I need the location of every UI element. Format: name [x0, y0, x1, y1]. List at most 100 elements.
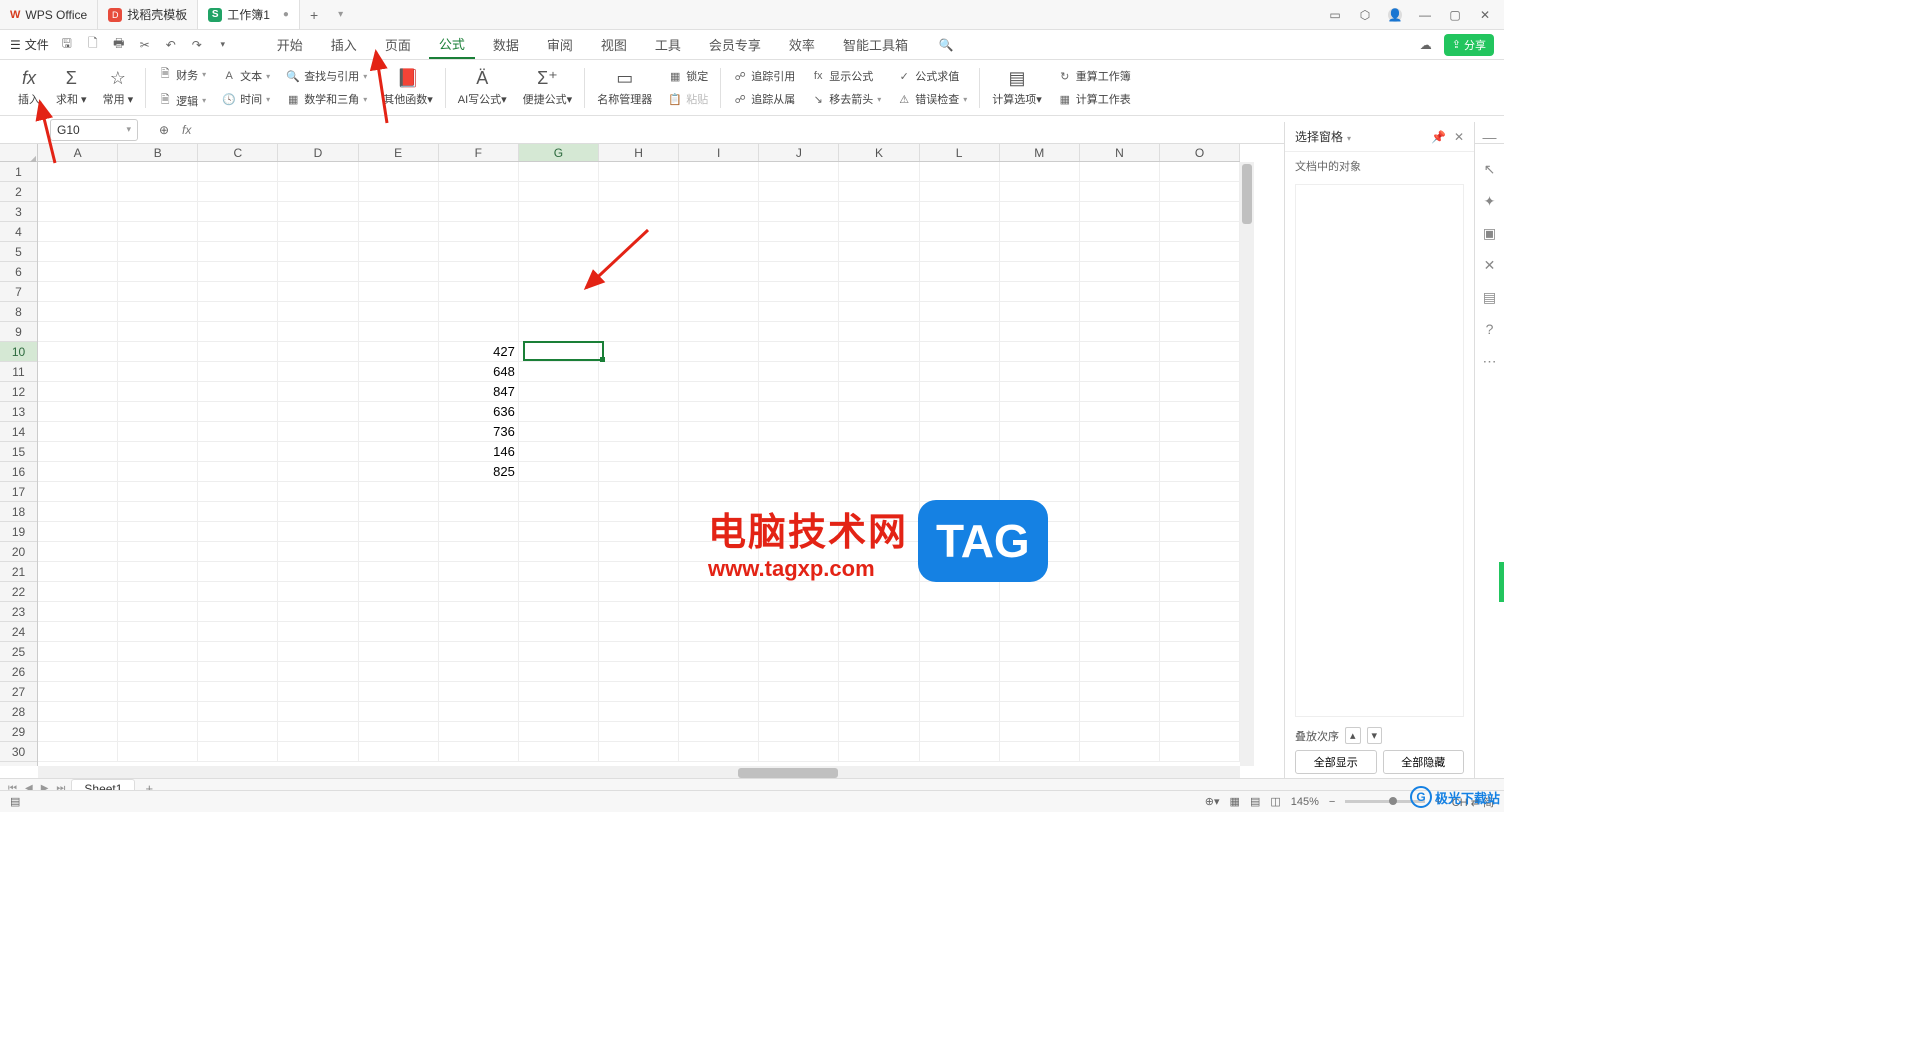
cell[interactable] [198, 542, 278, 562]
cell[interactable] [359, 602, 439, 622]
cell[interactable] [198, 222, 278, 242]
cell[interactable] [920, 482, 1000, 502]
cell[interactable] [278, 262, 358, 282]
cell[interactable] [759, 342, 839, 362]
cell[interactable] [278, 362, 358, 382]
cell[interactable] [599, 262, 679, 282]
cell[interactable] [439, 302, 519, 322]
cell[interactable] [439, 742, 519, 762]
cell[interactable] [599, 222, 679, 242]
col-header[interactable]: K [839, 144, 919, 161]
cell[interactable] [599, 282, 679, 302]
cell[interactable] [679, 382, 759, 402]
scroll-thumb[interactable] [1242, 164, 1252, 224]
cell[interactable] [359, 582, 439, 602]
cell[interactable] [278, 662, 358, 682]
cell[interactable] [38, 242, 118, 262]
cell[interactable] [439, 182, 519, 202]
cell[interactable] [1000, 622, 1080, 642]
cell[interactable]: 427 [439, 342, 519, 362]
cell[interactable] [1000, 642, 1080, 662]
cell[interactable] [1000, 202, 1080, 222]
cell[interactable] [198, 362, 278, 382]
row-header[interactable]: 8 [0, 302, 37, 322]
col-header[interactable]: B [118, 144, 198, 161]
cell[interactable] [679, 722, 759, 742]
cell[interactable] [118, 562, 198, 582]
cell[interactable] [118, 202, 198, 222]
cell[interactable] [599, 562, 679, 582]
view-mode-icon[interactable]: ⊕▾ [1205, 795, 1220, 808]
cell[interactable] [599, 542, 679, 562]
cloud-icon[interactable]: ☁ [1418, 38, 1434, 52]
cell[interactable] [839, 502, 919, 522]
cell[interactable] [359, 202, 439, 222]
cell[interactable] [759, 262, 839, 282]
chevron-down-icon[interactable]: ▾ [1347, 134, 1351, 143]
link-icon[interactable]: ✕ [1481, 256, 1499, 274]
cell[interactable] [278, 182, 358, 202]
cell[interactable] [278, 522, 358, 542]
cell[interactable] [278, 242, 358, 262]
cell[interactable] [1000, 322, 1080, 342]
cell[interactable] [38, 182, 118, 202]
cell[interactable] [759, 482, 839, 502]
cell[interactable] [920, 202, 1000, 222]
cell[interactable] [679, 282, 759, 302]
cell[interactable] [679, 582, 759, 602]
cell[interactable] [839, 522, 919, 542]
menu-efficiency[interactable]: 效率 [779, 31, 825, 58]
cell[interactable] [1160, 322, 1240, 342]
cell[interactable] [1080, 542, 1160, 562]
cell[interactable] [38, 742, 118, 762]
cell[interactable] [519, 382, 599, 402]
cell[interactable] [679, 702, 759, 722]
cell[interactable] [1160, 642, 1240, 662]
cell[interactable] [1000, 522, 1080, 542]
status-icon[interactable]: ▤ [10, 795, 20, 808]
tab-wps-home[interactable]: W WPS Office [0, 0, 98, 29]
cell[interactable] [1000, 302, 1080, 322]
cell[interactable] [38, 462, 118, 482]
cell[interactable] [1160, 362, 1240, 382]
ribbon-date[interactable]: 🕓时间▾ [218, 89, 274, 109]
ribbon-lookup[interactable]: 🔍查找与引用▾ [282, 66, 371, 86]
cell[interactable] [439, 582, 519, 602]
cell[interactable] [679, 302, 759, 322]
cell[interactable] [599, 242, 679, 262]
cell[interactable] [278, 162, 358, 182]
file-menu[interactable]: ☰ 文件 [10, 36, 49, 53]
ribbon-calc-sheet[interactable]: ▦计算工作表 [1054, 89, 1135, 109]
cell[interactable] [839, 642, 919, 662]
cell[interactable] [118, 382, 198, 402]
cell[interactable] [359, 162, 439, 182]
cell[interactable] [118, 642, 198, 662]
cell[interactable] [439, 642, 519, 662]
menu-tools[interactable]: 工具 [645, 31, 691, 58]
cell[interactable] [1160, 162, 1240, 182]
cell[interactable] [599, 582, 679, 602]
cell[interactable] [198, 562, 278, 582]
chart-icon[interactable]: ▤ [1481, 288, 1499, 306]
cell[interactable] [920, 442, 1000, 462]
close-icon[interactable]: ✕ [1454, 130, 1464, 144]
cell[interactable] [1160, 242, 1240, 262]
cell[interactable] [679, 362, 759, 382]
cell[interactable] [759, 462, 839, 482]
cell[interactable] [679, 342, 759, 362]
cell[interactable] [599, 162, 679, 182]
cell[interactable] [1080, 702, 1160, 722]
ribbon-logic[interactable]: 🗎逻辑▾ [154, 89, 210, 112]
cell[interactable] [118, 302, 198, 322]
select-all-corner[interactable] [0, 144, 38, 162]
cell[interactable] [839, 482, 919, 502]
cell[interactable] [38, 322, 118, 342]
cell[interactable] [198, 402, 278, 422]
cell[interactable] [278, 642, 358, 662]
cell[interactable] [439, 202, 519, 222]
cell[interactable] [118, 462, 198, 482]
cell[interactable] [679, 242, 759, 262]
cell[interactable] [519, 242, 599, 262]
help-icon[interactable]: ? [1481, 320, 1499, 338]
cell[interactable] [1000, 562, 1080, 582]
